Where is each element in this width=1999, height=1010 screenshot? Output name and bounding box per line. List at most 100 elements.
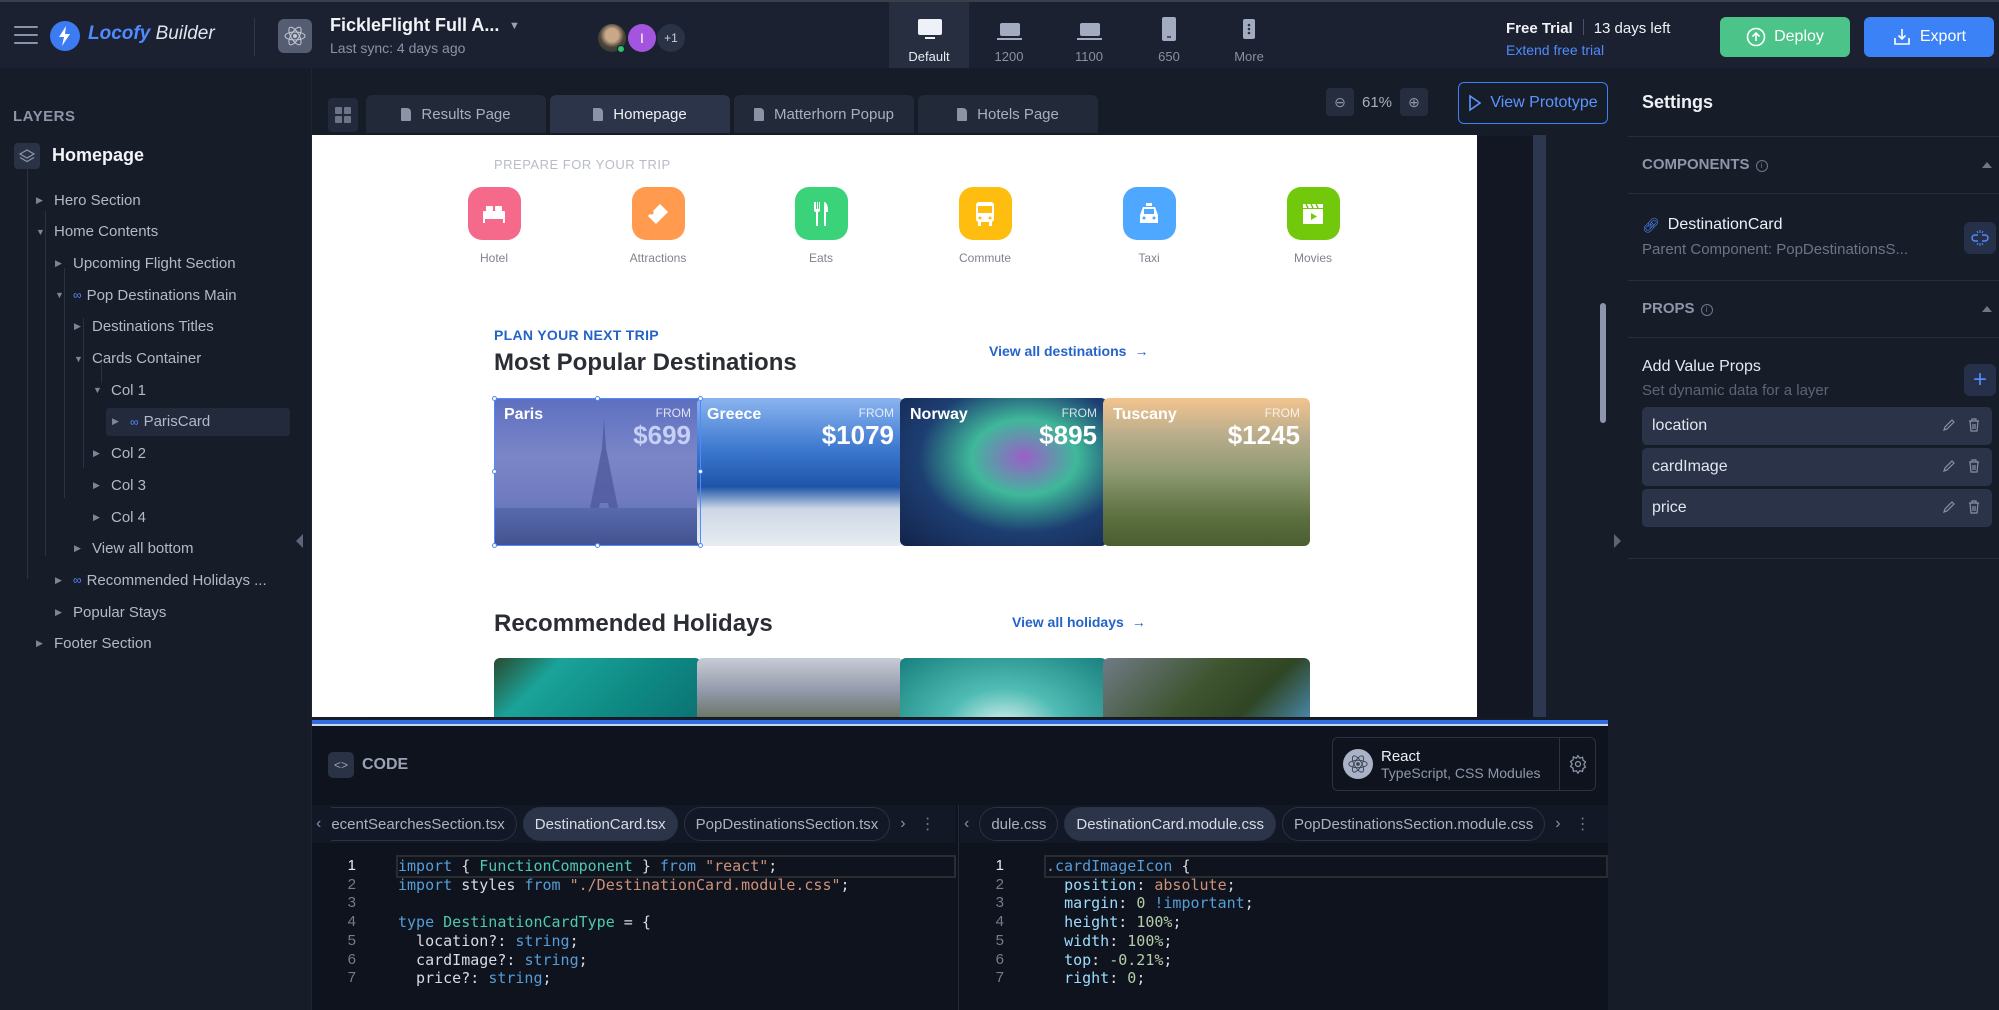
file-tab[interactable]: PopDestinationsSection.module.css	[1281, 807, 1546, 841]
caret-right-icon[interactable]: ▶	[93, 512, 107, 523]
file-tab[interactable]: DestinationCard.tsx	[522, 807, 678, 841]
gear-icon[interactable]	[1559, 738, 1595, 790]
chevron-left-icon[interactable]: ‹	[312, 815, 325, 833]
props-section-header[interactable]: PROPS i	[1642, 300, 1713, 317]
css-editor[interactable]: 1 .cardImageIcon {2 position: absolute; 3 …	[960, 848, 1608, 1010]
chevron-down-icon[interactable]: ▼	[509, 20, 520, 32]
resize-handle[interactable]	[492, 543, 497, 548]
edit-icon[interactable]	[1942, 418, 1956, 435]
caret-right-icon[interactable]: ▶	[74, 543, 88, 554]
category-eats[interactable]: Eats	[771, 187, 871, 265]
prop-row[interactable]: location	[1642, 407, 1992, 445]
file-tab[interactable]: DestinationCard.module.css	[1064, 807, 1276, 841]
holiday-card[interactable]	[494, 658, 701, 717]
resize-handle[interactable]	[698, 469, 703, 474]
extend-trial-link[interactable]: Extend free trial	[1506, 42, 1604, 58]
device-1200[interactable]: 1200	[969, 2, 1049, 70]
page-tab-results[interactable]: Results Page	[366, 95, 546, 133]
prop-row[interactable]: cardImage	[1642, 448, 1992, 486]
layer-item[interactable]: ▼ Cards Container	[74, 345, 201, 373]
holiday-card[interactable]	[697, 658, 904, 717]
framework-selector[interactable]: React TypeScript, CSS Modules	[1332, 737, 1596, 791]
add-prop-button[interactable]: +	[1964, 364, 1996, 396]
file-tab[interactable]: dule.css	[979, 807, 1059, 841]
zoom-out-icon[interactable]: ⊖	[1326, 88, 1354, 116]
caret-down-icon[interactable]: ▼	[93, 385, 107, 395]
collapse-caret-icon[interactable]	[1982, 306, 1992, 312]
device-650[interactable]: 650	[1129, 2, 1209, 70]
trash-icon[interactable]	[1968, 499, 1980, 517]
info-icon[interactable]: i	[1700, 304, 1713, 316]
canvas-scrollbar[interactable]	[1600, 303, 1606, 423]
caret-right-icon[interactable]: ▶	[55, 607, 69, 618]
caret-right-icon[interactable]: ▶	[36, 638, 50, 649]
page-tab-hotels[interactable]: Hotels Page	[918, 95, 1098, 133]
caret-down-icon[interactable]: ▼	[74, 354, 88, 364]
caret-right-icon[interactable]: ▶	[74, 321, 88, 332]
caret-right-icon[interactable]: ▶	[112, 416, 126, 427]
resize-handle[interactable]	[698, 543, 703, 548]
prop-row[interactable]: price	[1642, 489, 1992, 527]
caret-down-icon[interactable]: ▼	[55, 290, 69, 300]
resize-handle[interactable]	[698, 396, 703, 401]
resize-handle[interactable]	[492, 396, 497, 401]
file-tab[interactable]: ecentSearchesSection.tsx	[331, 807, 517, 841]
page-tab-matterhorn-popup[interactable]: Matterhorn Popup	[734, 95, 914, 133]
chevron-right-icon[interactable]: ›	[896, 815, 909, 833]
layer-item[interactable]: ▶ Col 2	[93, 440, 146, 468]
more-options-icon[interactable]: ⋮	[1571, 814, 1595, 834]
category-hotel[interactable]: Hotel	[444, 187, 544, 265]
caret-right-icon[interactable]: ▶	[55, 258, 69, 269]
layer-item[interactable]: ▶ Upcoming Flight Section	[55, 249, 236, 277]
caret-down-icon[interactable]: ▼	[36, 227, 50, 237]
edit-icon[interactable]	[1942, 459, 1956, 476]
zoom-in-icon[interactable]: ⊕	[1400, 88, 1429, 116]
device-1100[interactable]: 1100	[1049, 2, 1129, 70]
layer-item[interactable]: ▼ Home Contents	[36, 218, 158, 246]
menu-icon[interactable]	[14, 26, 38, 44]
file-tab[interactable]: PopDestinationsSection.tsx	[683, 807, 891, 841]
layer-item[interactable]: ▶ Col 3	[93, 471, 146, 499]
tsx-editor[interactable]: 1 import { FunctionComponent } from "reac…	[312, 848, 956, 1010]
layer-root-homepage[interactable]: Homepage	[52, 145, 144, 166]
caret-right-icon[interactable]: ▶	[36, 195, 50, 206]
resize-handle[interactable]	[595, 396, 600, 401]
collapse-right-panel-icon[interactable]	[1614, 534, 1621, 548]
avatar[interactable]: I	[628, 24, 656, 52]
export-button[interactable]: Export	[1864, 17, 1994, 57]
components-section-header[interactable]: COMPONENTS i	[1642, 156, 1768, 173]
holiday-card[interactable]	[900, 658, 1107, 717]
layer-item[interactable]: ▼ ∞ Pop Destinations Main	[55, 281, 237, 309]
resize-handle[interactable]	[595, 543, 600, 548]
layer-item[interactable]: ▶ Footer Section	[36, 630, 152, 658]
layer-item[interactable]: ▼ Col 1	[93, 376, 146, 404]
project-title[interactable]: FickleFlight Full A...	[330, 15, 499, 36]
layer-item[interactable]: ▶ View all bottom	[74, 535, 193, 563]
category-commute[interactable]: Commute	[935, 187, 1035, 265]
caret-right-icon[interactable]: ▶	[93, 480, 107, 491]
chevron-right-icon[interactable]: ›	[1551, 815, 1564, 833]
layer-item[interactable]: ▶ ∞ ParisCard	[106, 407, 290, 436]
holiday-card[interactable]	[1103, 658, 1310, 717]
caret-right-icon[interactable]: ▶	[93, 448, 107, 459]
category-movies[interactable]: Movies	[1263, 187, 1363, 265]
caret-right-icon[interactable]: ▶	[55, 575, 69, 586]
layer-item[interactable]: ▶ Destinations Titles	[74, 313, 214, 341]
device-more[interactable]: More	[1209, 2, 1289, 70]
collapse-left-panel-icon[interactable]	[296, 534, 303, 548]
resize-handle[interactable]	[492, 469, 497, 474]
view-all-holidays-link[interactable]: View all holidays →	[1012, 614, 1146, 630]
trash-icon[interactable]	[1968, 417, 1980, 435]
deploy-button[interactable]: Deploy	[1720, 17, 1850, 57]
device-default[interactable]: Default	[889, 2, 969, 70]
detach-component-icon[interactable]	[1964, 222, 1996, 254]
layer-item[interactable]: ▶ Col 4	[93, 503, 146, 531]
category-taxi[interactable]: Taxi	[1099, 187, 1199, 265]
layer-item[interactable]: ▶ Hero Section	[36, 186, 141, 214]
layer-item[interactable]: ▶ ∞ Recommended Holidays ...	[55, 566, 267, 594]
layer-item[interactable]: ▶ Popular Stays	[55, 598, 166, 626]
info-icon[interactable]: i	[1755, 160, 1768, 172]
page-tab-homepage[interactable]: Homepage	[550, 95, 730, 133]
trash-icon[interactable]	[1968, 458, 1980, 476]
chevron-left-icon[interactable]: ‹	[960, 815, 973, 833]
